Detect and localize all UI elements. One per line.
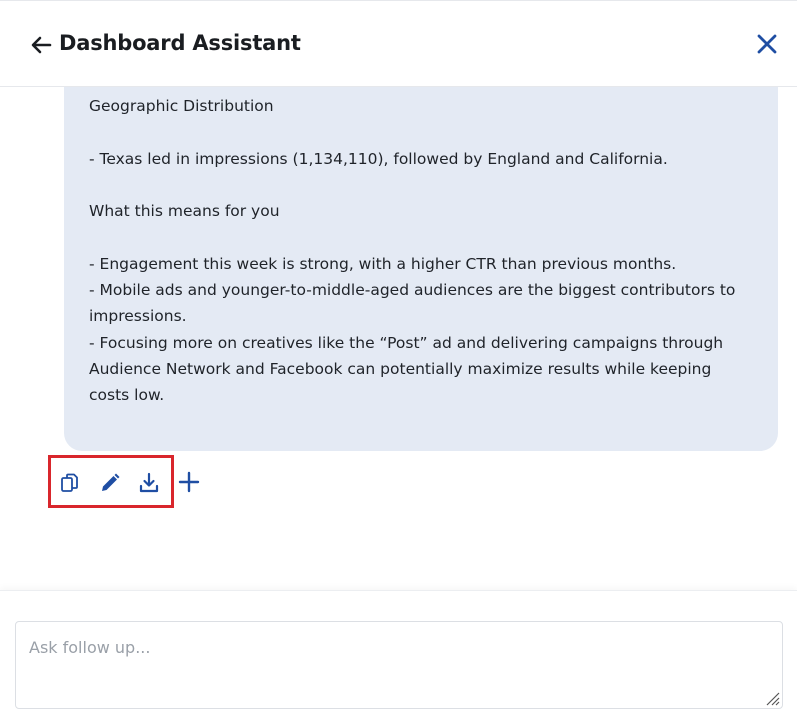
message-actions-highlight	[48, 455, 174, 508]
edit-button[interactable]	[99, 472, 121, 494]
message-line: - Texas led in impressions (1,134,110), …	[89, 149, 668, 168]
follow-up-input[interactable]	[16, 622, 782, 708]
message-line: - Mobile ads and younger-to-middle-aged …	[89, 281, 741, 326]
pencil-icon	[102, 473, 120, 491]
assistant-message: g p Geographic Distribution - Texas led …	[64, 87, 778, 451]
composer	[0, 590, 797, 720]
back-button[interactable]	[30, 34, 52, 56]
copy-icon	[61, 473, 78, 492]
plus-icon	[178, 471, 200, 493]
close-button[interactable]	[755, 32, 779, 56]
message-line: - Focusing more on creatives like the “P…	[89, 333, 729, 405]
header: Dashboard Assistant	[0, 0, 797, 87]
resize-handle-icon[interactable]	[764, 690, 780, 706]
message-line: - Engagement this week is strong, with a…	[89, 254, 677, 273]
arrow-left-icon	[31, 36, 52, 54]
chat-area[interactable]: g p Geographic Distribution - Texas led …	[0, 87, 797, 590]
download-icon	[139, 472, 159, 493]
section-heading: What this means for you	[89, 202, 280, 221]
add-button[interactable]	[177, 470, 201, 494]
copy-button[interactable]	[59, 472, 81, 494]
page-title: Dashboard Assistant	[59, 31, 301, 55]
section-heading: Geographic Distribution	[89, 97, 274, 115]
close-icon	[757, 34, 777, 54]
download-button[interactable]	[138, 472, 160, 494]
follow-up-input-box[interactable]	[15, 621, 783, 709]
